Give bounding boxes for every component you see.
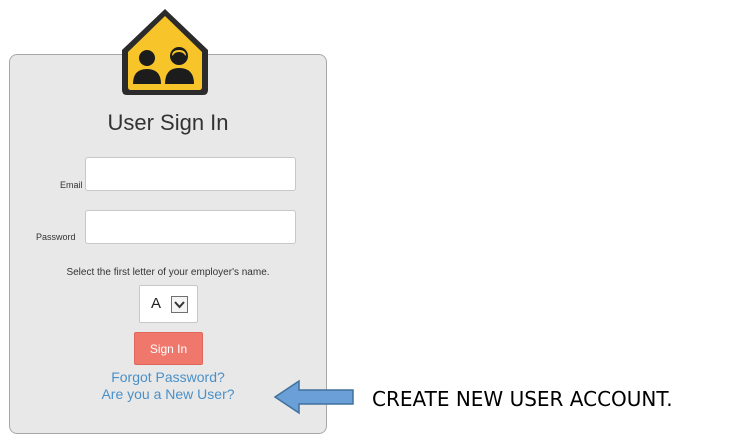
annotation-label: CREATE NEW USER ACCOUNT. bbox=[372, 387, 673, 411]
chevron-down-icon[interactable] bbox=[171, 296, 188, 313]
employer-letter-select[interactable]: A bbox=[139, 285, 198, 323]
password-field[interactable] bbox=[85, 210, 296, 244]
email-label: Email bbox=[60, 180, 83, 190]
employer-letter-instruction: Select the first letter of your employer… bbox=[66, 267, 270, 278]
house-users-logo-icon bbox=[115, 6, 215, 98]
left-arrow-icon bbox=[273, 379, 355, 415]
sign-in-button[interactable]: Sign In bbox=[134, 332, 203, 365]
password-label: Password bbox=[36, 232, 76, 242]
employer-letter-value: A bbox=[151, 295, 162, 312]
email-field[interactable] bbox=[85, 157, 296, 191]
page: User Sign In Email Password Select the f… bbox=[0, 0, 736, 436]
page-title: User Sign In bbox=[107, 110, 229, 135]
